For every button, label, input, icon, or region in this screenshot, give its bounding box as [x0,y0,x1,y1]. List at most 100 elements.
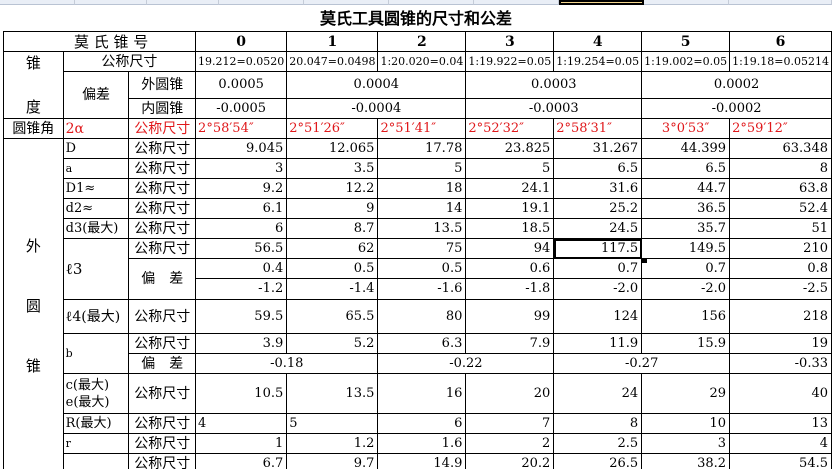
table-cell[interactable]: 124 [553,299,643,334]
table-cell[interactable]: 6.7 [195,453,288,469]
table-cell[interactable]: 0.0004 [286,71,467,99]
table-cell[interactable]: 14.9 [377,453,467,469]
column-header-selected[interactable] [559,0,644,5]
table-cell[interactable]: -1.6 [377,278,467,300]
side-label-outer-cone[interactable]: 外 圆 锥 [3,138,64,469]
table-cell[interactable]: -2.5 [729,278,832,300]
row-label[interactable]: 公称尺寸 [128,433,197,454]
table-cell[interactable]: 31.6 [553,178,643,199]
col-number[interactable]: 5 [641,31,731,52]
table-cell[interactable]: 36.5 [641,198,731,219]
row-label[interactable]: 公称尺寸 [128,178,197,199]
table-cell[interactable]: 99 [465,299,555,334]
row-label[interactable]: 公称尺寸 [128,218,197,239]
column-header[interactable] [0,0,75,5]
table-cell[interactable]: 2°52′32″ [465,118,555,139]
table-cell[interactable]: 94 [465,238,555,259]
table-cell[interactable]: -0.27 [553,353,731,374]
table-cell[interactable]: 9 [286,198,379,219]
table-cell[interactable]: 3 [195,158,288,179]
table-cell[interactable]: 3 [641,433,731,454]
row-label[interactable]: 偏差 [62,71,130,119]
table-cell[interactable]: 63.8 [729,178,832,199]
table-cell[interactable]: 2°59′12″ [729,118,832,139]
col-number[interactable]: 1 [286,31,379,52]
param-label[interactable]: b [62,333,130,374]
table-cell[interactable]: 1:19.254=0.05 [553,51,643,72]
row-label[interactable]: 公称尺寸 [128,198,197,219]
row-label[interactable]: 偏 差 [128,258,197,300]
table-cell[interactable]: 0.0003 [465,71,643,99]
row-label[interactable]: 外圆锥 [128,71,197,99]
row-label[interactable]: 内圆锥 [128,98,197,119]
param-label[interactable]: d3(最大) [62,218,130,239]
table-cell[interactable]: 7.9 [465,333,555,354]
col-number[interactable]: 2 [377,31,467,52]
table-cell[interactable]: 17.78 [377,138,467,159]
table-cell[interactable]: -0.18 [195,353,379,374]
table-cell[interactable]: 2°51′41″ [377,118,467,139]
table-cell[interactable]: 24.5 [553,218,643,239]
table-cell[interactable]: 40 [729,373,832,414]
row-label[interactable]: 公称尺寸 [128,333,197,354]
table-cell[interactable]: 8 [553,413,643,434]
table-cell[interactable]: -1.4 [286,278,379,300]
table-cell[interactable]: 0.7 [641,258,731,279]
table-cell[interactable]: -0.0002 [641,98,832,119]
column-header[interactable] [729,0,832,5]
side-label-cone[interactable]: 锥 度 [3,51,64,119]
table-cell[interactable]: 1:19.18=0.05214 [729,51,832,72]
table-cell[interactable]: 35.7 [641,218,731,239]
table-cell[interactable]: 24 [553,373,643,414]
table-cell[interactable]: 3°0′53″ [641,118,731,139]
param-label[interactable]: D1≈ [62,178,130,199]
col-number[interactable]: 4 [553,31,643,52]
row-label[interactable]: 公称尺寸 [128,299,197,334]
fill-handle[interactable] [642,258,647,263]
table-cell[interactable]: 54.5 [729,453,832,469]
table-cell[interactable]: 0.5 [377,258,467,279]
table-cell[interactable]: 14 [377,198,467,219]
table-cell[interactable]: 12.2 [286,178,379,199]
param-label[interactable]: d2≈ [62,198,130,219]
table-cell[interactable]: 1.2 [286,433,379,454]
table-cell[interactable]: 1:19.002=0.05 [641,51,731,72]
table-cell[interactable]: -0.22 [377,353,555,374]
table-cell[interactable]: 0.5 [286,258,379,279]
table-cell[interactable]: 0.8 [729,258,832,279]
table-cell[interactable]: 23.825 [465,138,555,159]
table-cell[interactable]: 2°58′31″ [553,118,643,139]
table-cell[interactable]: 56.5 [195,238,288,259]
table-cell[interactable]: 3.9 [195,333,288,354]
table-cell[interactable]: 38.2 [641,453,731,469]
table-cell[interactable]: 218 [729,299,832,334]
table-cell[interactable]: 0.4 [195,258,288,279]
param-label[interactable]: ℓ4(最大) [62,299,130,334]
table-cell[interactable]: 18.5 [465,218,555,239]
table-cell[interactable]: 4 [195,413,288,434]
table-cell[interactable]: 156 [641,299,731,334]
table-cell[interactable]: 29 [641,373,731,414]
table-cell[interactable]: 80 [377,299,467,334]
table-cell[interactable]: 25.2 [553,198,643,219]
table-cell[interactable]: 1:19.922=0.05 [465,51,555,72]
table-cell[interactable]: 12.065 [286,138,379,159]
column-header[interactable] [389,0,474,5]
row-label[interactable]: 公称尺寸 [128,453,197,469]
param-label[interactable]: c(最大) e(最大) [62,373,130,414]
table-cell[interactable]: 2 [465,433,555,454]
table-cell[interactable]: 18 [377,178,467,199]
table-cell[interactable]: 11.9 [553,333,643,354]
table-cell[interactable]: 0.0005 [195,71,288,99]
row-label[interactable]: 公称尺寸 [62,51,197,72]
table-cell[interactable]: 6.5 [553,158,643,179]
table-cell[interactable]: -1.8 [465,278,555,300]
column-header[interactable] [147,0,219,5]
table-cell[interactable]: 20.047=0.0498 [286,51,379,72]
table-cell[interactable]: 3.5 [286,158,379,179]
table-cell[interactable]: 149.5 [641,238,731,259]
table-cell[interactable]: 6.1 [195,198,288,219]
table-cell[interactable]: 19.1 [465,198,555,219]
table-cell[interactable]: 0.7 [553,258,643,279]
table-cell[interactable]: -1.2 [195,278,288,300]
